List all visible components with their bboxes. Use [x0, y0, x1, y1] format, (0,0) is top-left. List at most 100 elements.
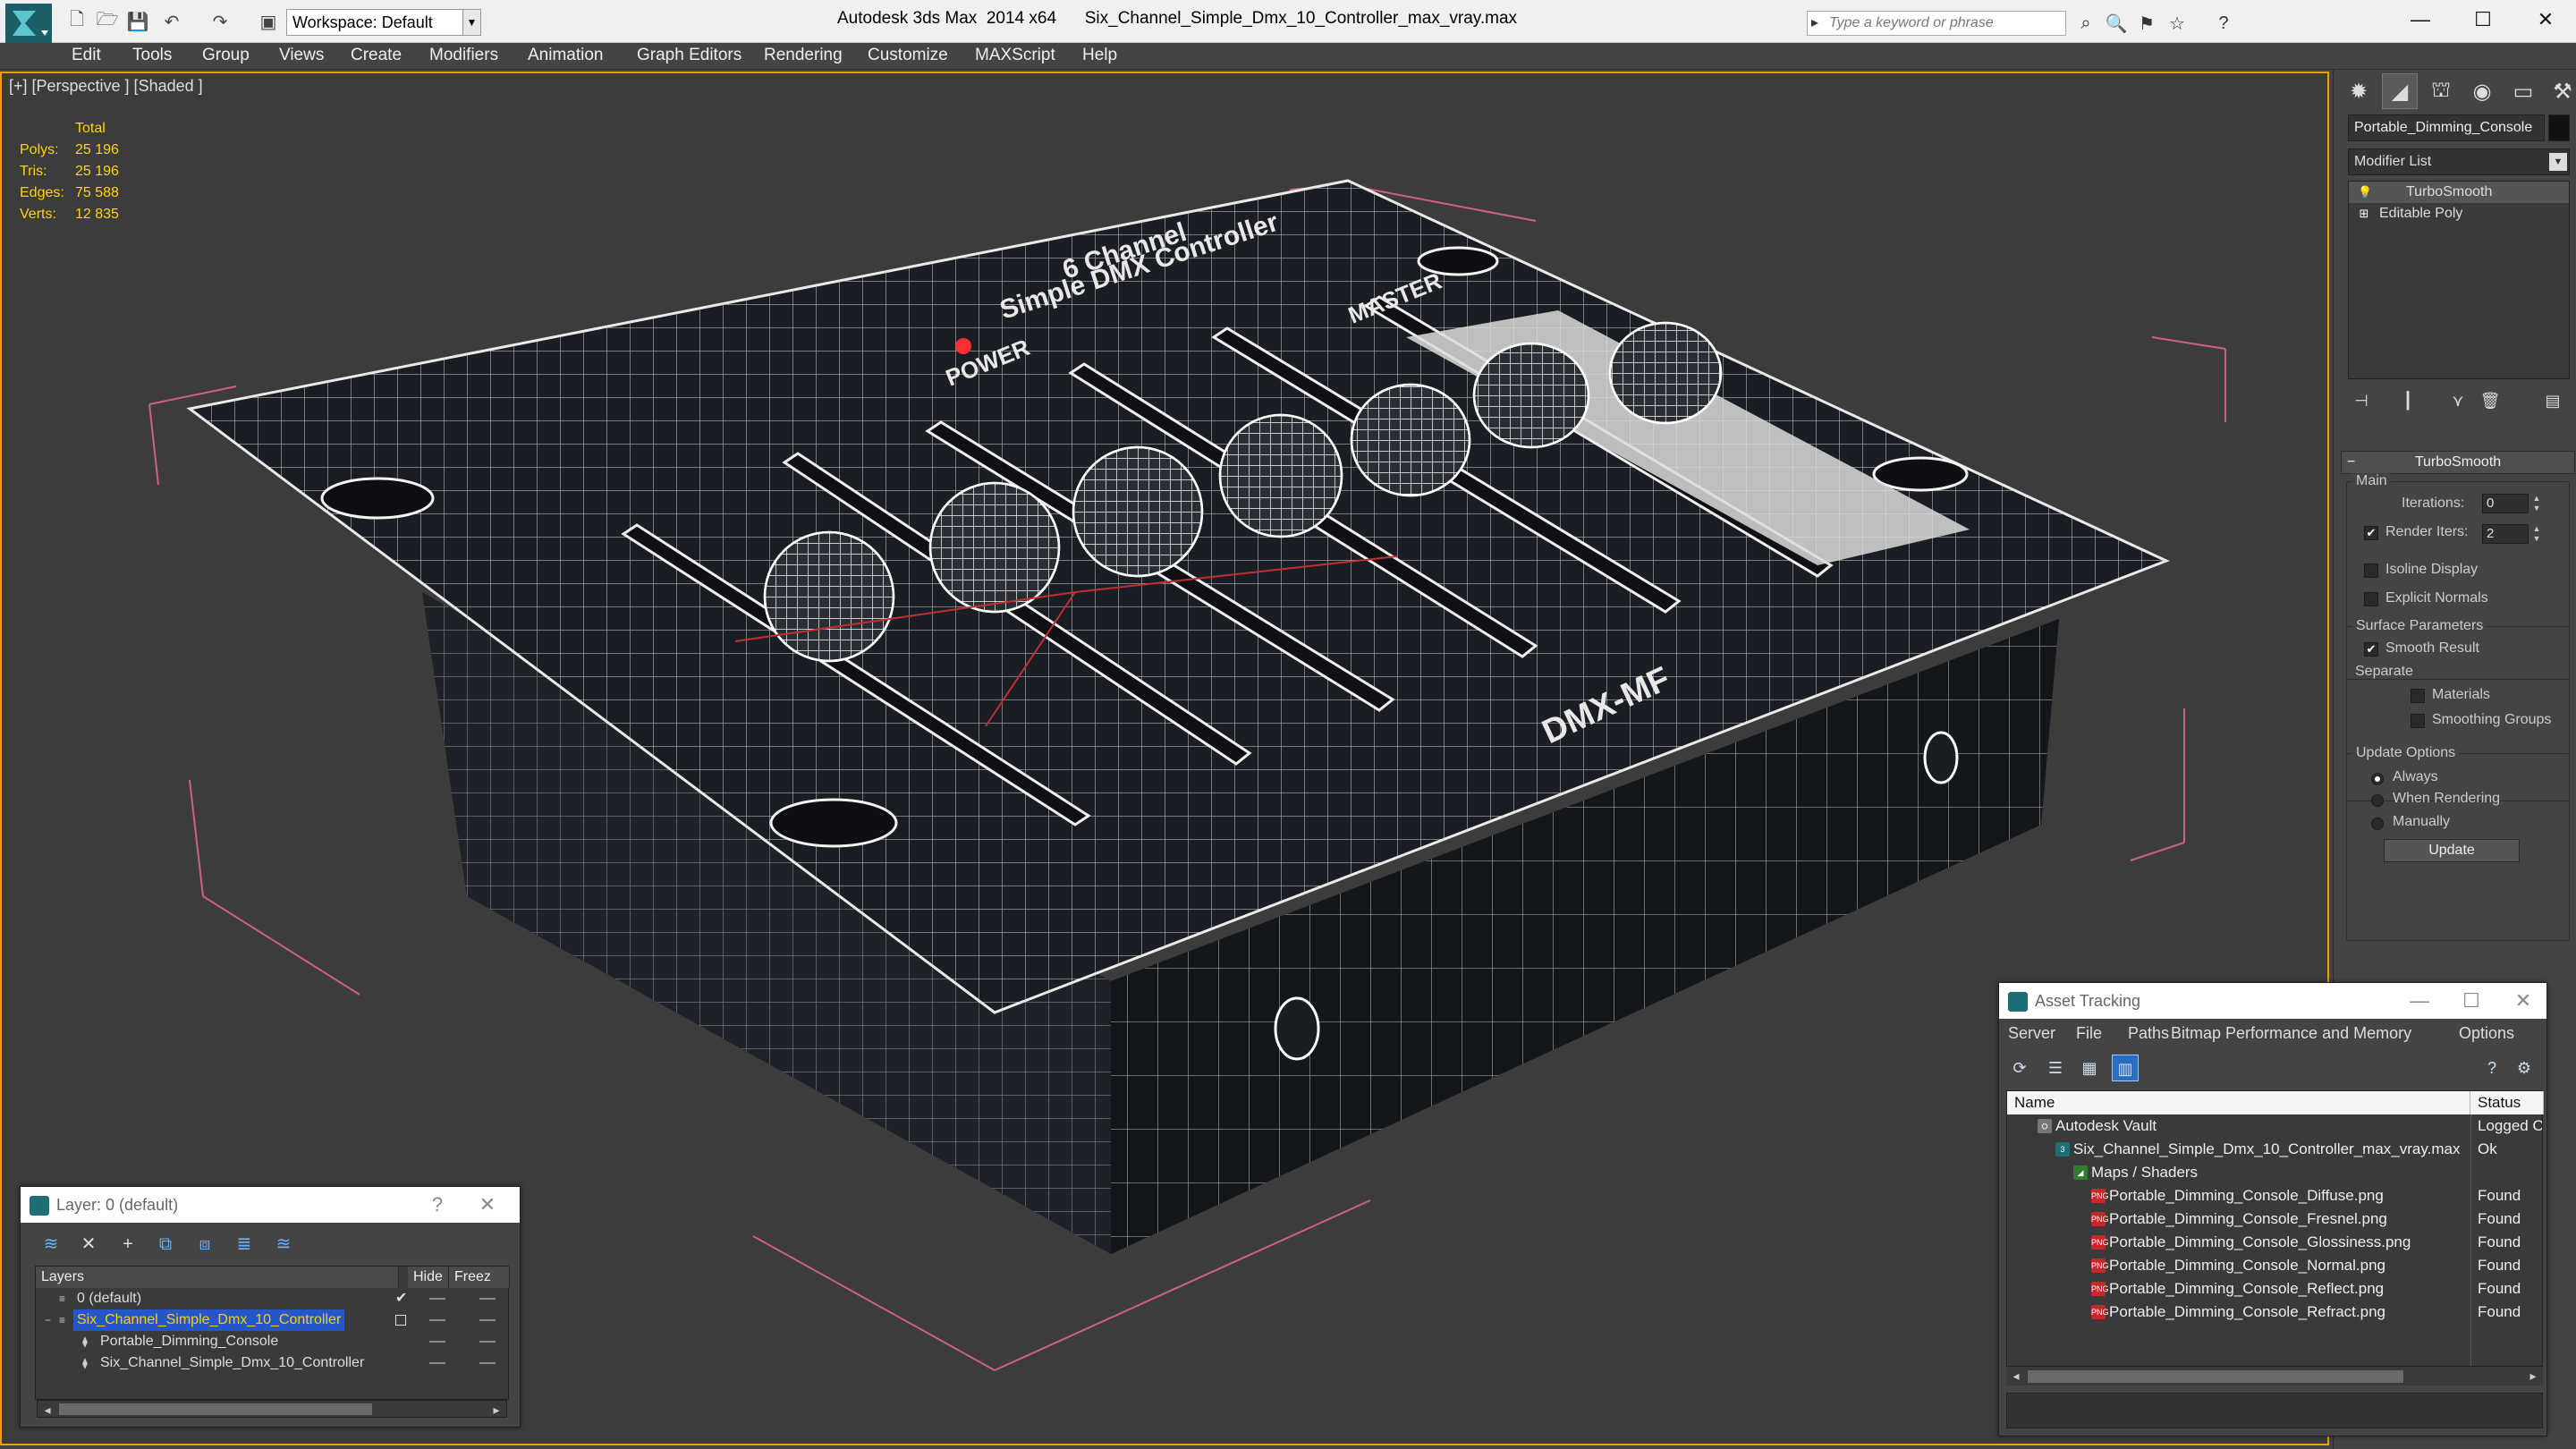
menu-bitmap-performance[interactable]: Bitmap Performance and Memory	[2171, 1024, 2411, 1043]
asset-row-bitmap[interactable]: PNG Portable_Dimming_Console_Reflect.png…	[2007, 1277, 2544, 1301]
help-icon[interactable]: ?	[2479, 1055, 2505, 1081]
maximize-button[interactable]: ☐	[2452, 983, 2491, 1019]
viewport-label[interactable]: [+] [Perspective ] [Shaded ]	[9, 77, 203, 96]
render-iters-spinner-arrows[interactable]: ▲ ▼	[2530, 524, 2543, 544]
hide-toggle[interactable]	[429, 1362, 445, 1364]
column-header-status[interactable]: Status	[2470, 1091, 2544, 1114]
menu-help[interactable]: Help	[1082, 46, 1117, 65]
remove-modifier-icon[interactable]: 🗑	[2477, 388, 2504, 413]
make-unique-icon[interactable]: ⋎	[2445, 388, 2471, 413]
smooth-result-checkbox[interactable]: ✔	[2364, 642, 2378, 657]
hide-toggle[interactable]	[429, 1341, 445, 1343]
scroll-left-icon[interactable]: ◂	[2008, 1368, 2024, 1384]
asset-row-max-file[interactable]: 3 Six_Channel_Simple_Dmx_10_Controller_m…	[2007, 1138, 2544, 1161]
layer-row-object[interactable]: ⧫ Six_Channel_Simple_Dmx_10_Controller	[36, 1352, 510, 1374]
motion-tab-icon[interactable]: ◉	[2464, 73, 2500, 109]
binoculars-icon[interactable]: ⌕	[2073, 11, 2098, 36]
select-in-layer-icon[interactable]: ⧉	[153, 1232, 178, 1257]
refresh-icon[interactable]: ⟳	[2006, 1055, 2033, 1081]
asset-row-maps[interactable]: ◢ Maps / Shaders	[2007, 1161, 2544, 1184]
asset-row-bitmap[interactable]: PNG Portable_Dimming_Console_Refract.png…	[2007, 1301, 2544, 1324]
scrollbar-thumb[interactable]	[2028, 1370, 2403, 1383]
new-file-icon[interactable]: 🗋	[64, 9, 89, 34]
close-button[interactable]: ✕	[2504, 983, 2543, 1019]
redo-icon[interactable]: ↷	[208, 9, 233, 34]
scroll-left-icon[interactable]: ◂	[39, 1402, 55, 1418]
freeze-toggle[interactable]	[479, 1341, 496, 1343]
hide-toggle[interactable]	[429, 1298, 445, 1300]
hide-all-layers-icon[interactable]: ≣	[232, 1232, 257, 1257]
menu-edit[interactable]: Edit	[72, 46, 101, 65]
menu-create[interactable]: Create	[351, 46, 402, 65]
horizontal-scrollbar[interactable]: ◂ ▸	[2006, 1366, 2543, 1385]
menu-views[interactable]: Views	[279, 46, 324, 65]
undo-icon[interactable]: ↶	[159, 9, 184, 34]
display-tab-icon[interactable]: ▭	[2505, 73, 2541, 109]
favorites-star-icon[interactable]: ☆	[2165, 11, 2190, 36]
render-iters-checkbox[interactable]: ✔	[2364, 526, 2378, 540]
menu-maxscript[interactable]: MAXScript	[975, 46, 1055, 65]
collapse-icon[interactable]: −	[45, 1315, 55, 1326]
open-file-icon[interactable]: 🗁	[95, 9, 120, 34]
menu-rendering[interactable]: Rendering	[764, 46, 843, 65]
close-button[interactable]: ✕	[468, 1187, 507, 1223]
project-folder-icon[interactable]: ▣	[256, 9, 281, 34]
asset-row-bitmap[interactable]: PNG Portable_Dimming_Console_Normal.png …	[2007, 1254, 2544, 1277]
stack-item-turbosmooth[interactable]: 💡 TurboSmooth	[2349, 182, 2569, 203]
modify-tab-icon[interactable]: ◢	[2382, 73, 2418, 109]
materials-checkbox[interactable]	[2411, 689, 2425, 703]
column-header-layers[interactable]: Layers	[36, 1267, 399, 1288]
update-when-rendering-radio[interactable]	[2371, 794, 2384, 807]
close-button[interactable]: ✕	[2528, 5, 2563, 34]
column-header-hide[interactable]: Hide	[408, 1267, 449, 1288]
list-view-icon[interactable]: ☰	[2042, 1055, 2069, 1081]
asset-row-bitmap[interactable]: PNG Portable_Dimming_Console_Fresnel.png…	[2007, 1208, 2544, 1231]
add-layer-icon[interactable]: +	[115, 1232, 140, 1257]
isoline-display-checkbox[interactable]	[2364, 564, 2378, 578]
thumbnail-view-icon[interactable]: ▦	[2076, 1055, 2103, 1081]
menu-paths[interactable]: Paths	[2128, 1024, 2169, 1043]
asset-row-vault[interactable]: ⛭ Autodesk Vault Logged Ou	[2007, 1114, 2544, 1138]
menu-options[interactable]: Options	[2459, 1024, 2514, 1043]
menu-modifiers[interactable]: Modifiers	[429, 46, 498, 65]
scroll-right-icon[interactable]: ▸	[2525, 1368, 2541, 1384]
settings-icon[interactable]: ⚙	[2511, 1055, 2538, 1081]
stack-item-editable-poly[interactable]: ⊞ Editable Poly	[2349, 203, 2569, 225]
save-file-icon[interactable]: 💾	[125, 9, 150, 34]
modifier-list-dropdown[interactable]: Modifier List ▼	[2348, 148, 2570, 175]
layer-row-default[interactable]: ≡ 0 (default) ✔	[36, 1288, 510, 1309]
menu-tools[interactable]: Tools	[132, 46, 172, 65]
menu-graph-editors[interactable]: Graph Editors	[637, 46, 741, 65]
hide-toggle[interactable]	[429, 1319, 445, 1321]
expand-plus-icon[interactable]: ⊞	[2358, 208, 2370, 220]
current-layer-box-icon[interactable]	[395, 1315, 406, 1326]
communication-center-icon[interactable]: ⚑	[2134, 11, 2159, 36]
layer-row-controller[interactable]: − ≡ Six_Channel_Simple_Dmx_10_Controller	[36, 1309, 510, 1331]
turbosmooth-rollout-header[interactable]: TurboSmooth	[2341, 451, 2575, 474]
scrollbar-thumb[interactable]	[59, 1403, 372, 1415]
lightbulb-icon[interactable]: 💡	[2358, 186, 2372, 199]
active-layer-check-icon[interactable]: ✔	[395, 1288, 407, 1309]
table-view-icon[interactable]: ▥	[2112, 1055, 2139, 1081]
configure-sets-icon[interactable]: ▤	[2539, 388, 2566, 413]
update-button[interactable]: Update	[2384, 839, 2520, 862]
smoothing-groups-checkbox[interactable]	[2411, 714, 2425, 728]
workspace-dropdown[interactable]: Workspace: Default ▼	[286, 9, 481, 36]
maximize-button[interactable]: ☐	[2465, 5, 2501, 34]
menu-group[interactable]: Group	[202, 46, 250, 65]
menu-animation[interactable]: Animation	[528, 46, 604, 65]
column-header-freeze[interactable]: Freez	[449, 1267, 510, 1288]
show-end-result-icon[interactable]: ┃	[2394, 388, 2421, 413]
layer-row-object[interactable]: ⧫ Portable_Dimming_Console	[36, 1331, 510, 1352]
minimize-button[interactable]: —	[2402, 5, 2438, 34]
menu-server[interactable]: Server	[2008, 1024, 2055, 1043]
help-icon[interactable]: ?	[2211, 11, 2236, 36]
freeze-toggle[interactable]	[479, 1362, 496, 1364]
scroll-right-icon[interactable]: ▸	[488, 1402, 504, 1418]
create-tab-icon[interactable]: ✹	[2341, 73, 2377, 109]
utilities-tab-icon[interactable]: ⚒	[2545, 73, 2576, 109]
horizontal-scrollbar[interactable]: ◂ ▸	[37, 1400, 507, 1418]
help-button[interactable]: ?	[418, 1187, 457, 1223]
iterations-spinner[interactable]: 0	[2482, 494, 2529, 513]
explicit-normals-checkbox[interactable]	[2364, 592, 2378, 606]
